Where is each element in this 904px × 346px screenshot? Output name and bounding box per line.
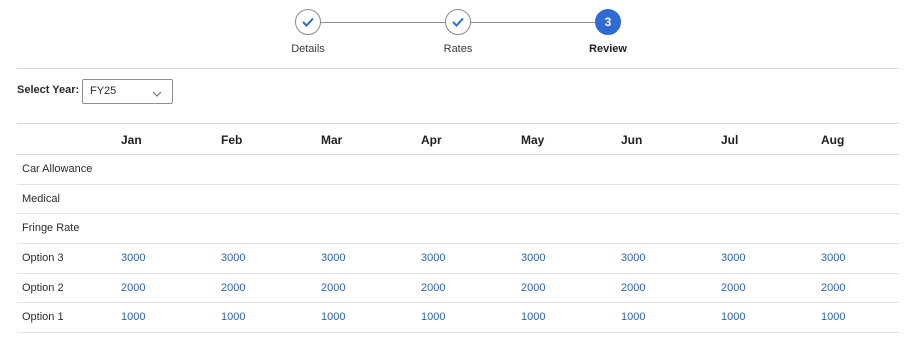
table-header-row: Jan Feb Mar Apr May Jun Jul Aug: [17, 123, 899, 155]
step-number: 3: [604, 15, 612, 29]
value-link[interactable]: 2000: [221, 282, 245, 294]
column-header-jul: Jul: [721, 133, 739, 147]
value-link[interactable]: 2000: [321, 282, 345, 294]
select-year-label: Select Year:: [17, 84, 80, 96]
value-link[interactable]: 3000: [521, 252, 545, 264]
column-header-jun: Jun: [621, 133, 643, 147]
checkmark-icon: [302, 17, 314, 27]
value-link[interactable]: 2000: [721, 282, 745, 294]
year-select[interactable]: FY25: [82, 79, 173, 104]
value-link[interactable]: 1000: [721, 311, 745, 323]
step-review-label: Review: [589, 43, 627, 55]
step-rates-indicator[interactable]: [445, 9, 471, 35]
column-header-mar: Mar: [321, 133, 343, 147]
table-row: Option 2 2000 2000 2000 2000 2000 2000 2000 2000: [17, 274, 899, 304]
value-link[interactable]: 3000: [621, 252, 645, 264]
table-row: Option 1 1000 1000 1000 1000 1000 1000 1000 1000: [17, 303, 899, 334]
column-header-may: May: [521, 133, 545, 147]
step-review-indicator[interactable]: 3: [595, 9, 621, 35]
value-link[interactable]: 1000: [821, 311, 845, 323]
column-header-feb: Feb: [221, 133, 243, 147]
value-link[interactable]: 2000: [821, 282, 845, 294]
step-details-indicator[interactable]: [295, 9, 321, 35]
value-link[interactable]: 1000: [321, 311, 345, 323]
table-row: Option 3 3000 3000 3000 3000 3000 3000 3000 3000: [17, 244, 899, 274]
row-label: Option 2: [22, 281, 64, 294]
table-row: Car Allowance: [17, 155, 899, 185]
column-header-jan: Jan: [121, 133, 142, 147]
year-select-value: FY25: [90, 85, 117, 97]
column-header-apr: Apr: [421, 133, 442, 147]
value-link[interactable]: 2000: [621, 282, 645, 294]
value-link[interactable]: 3000: [721, 252, 745, 264]
step-details-label: Details: [291, 43, 325, 55]
stepper-connector: [471, 22, 595, 23]
value-link[interactable]: 1000: [521, 311, 545, 323]
row-label: Option 1: [22, 311, 64, 324]
stepper-connector: [321, 22, 445, 23]
checkmark-icon: [452, 17, 464, 27]
value-link[interactable]: 1000: [621, 311, 645, 323]
row-label: Fringe Rate: [22, 222, 80, 235]
value-link[interactable]: 2000: [421, 282, 445, 294]
value-link[interactable]: 3000: [421, 252, 445, 264]
section-divider: [17, 68, 899, 69]
value-link[interactable]: 2000: [521, 282, 545, 294]
table-row: Fringe Rate: [17, 214, 899, 245]
step-rates-label: Rates: [443, 43, 473, 55]
value-link[interactable]: 3000: [121, 252, 145, 264]
row-label: Medical: [22, 192, 60, 205]
value-link[interactable]: 1000: [121, 311, 145, 323]
table-row: Medical: [17, 185, 899, 215]
progress-stepper: Details Rates 3 Review: [0, 0, 904, 68]
value-link[interactable]: 3000: [321, 252, 345, 264]
rates-review-table: Jan Feb Mar Apr May Jun Jul Aug Car Allowance Me…: [17, 123, 899, 334]
value-link[interactable]: 3000: [221, 252, 245, 264]
value-link[interactable]: 2000: [121, 282, 145, 294]
value-link[interactable]: 1000: [221, 311, 245, 323]
row-label: Car Allowance: [22, 163, 93, 175]
value-link[interactable]: 3000: [821, 252, 845, 264]
row-label: Option 3: [22, 252, 64, 265]
value-link[interactable]: 1000: [421, 311, 445, 323]
column-header-aug: Aug: [821, 133, 845, 147]
chevron-down-icon: [152, 88, 162, 100]
